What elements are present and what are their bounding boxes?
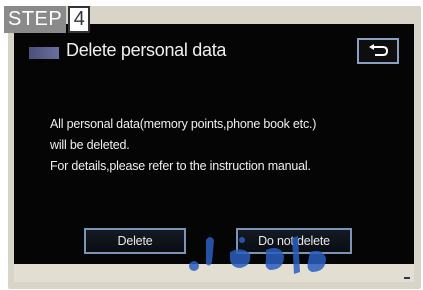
dialog-title: Delete personal data [66,40,227,60]
image-code-label [404,277,410,279]
step-number: 4 [68,6,91,33]
do-not-delete-button[interactable]: Do not delete [236,228,352,254]
display-screen: Delete personal data All personal data(m… [14,24,414,264]
step-badge: STEP 4 [4,6,91,33]
title-bar: Delete personal data [14,38,414,78]
page: STEP 4 Delete personal data All personal… [0,0,423,290]
message-line: For details,please refer to the instruct… [50,159,311,173]
return-arrow-icon [369,44,389,56]
bottom-bezel [14,264,414,282]
step-label: STEP [4,6,67,33]
message-line: will be deleted. [50,138,130,152]
dialog-message: All personal data(memory points,phone bo… [50,114,316,177]
back-button[interactable] [357,38,399,64]
delete-button[interactable]: Delete [84,228,186,254]
message-line: All personal data(memory points,phone bo… [50,117,317,131]
folder-icon [29,47,59,59]
